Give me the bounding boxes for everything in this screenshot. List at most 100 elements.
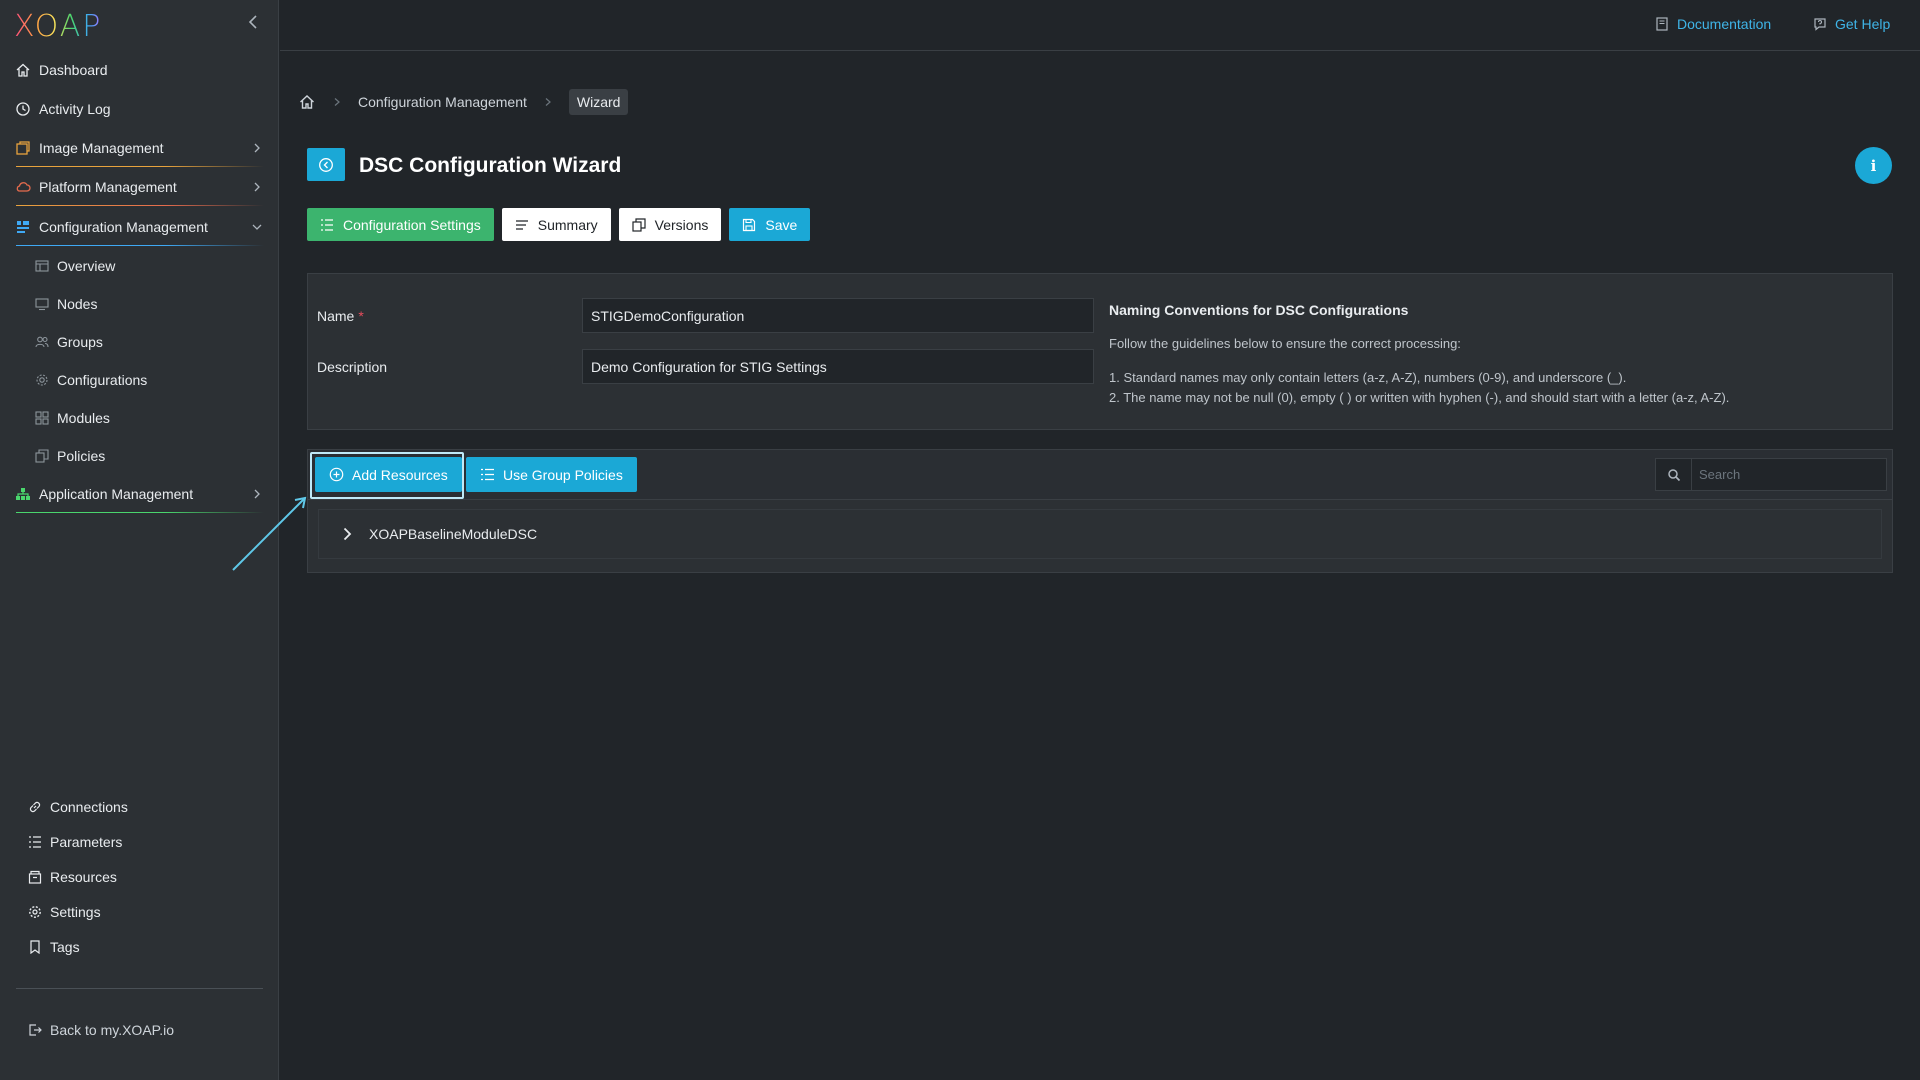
config-icon: [15, 219, 31, 235]
documentation-link[interactable]: Documentation: [1655, 16, 1771, 32]
sidebar-subitem-groups[interactable]: Groups: [0, 325, 279, 359]
guideline-1: 1. Standard names may only contain lette…: [1109, 370, 1627, 385]
guidelines-intro: Follow the guidelines below to ensure th…: [1109, 336, 1461, 351]
sidebar-item-configuration-management[interactable]: Configuration Management: [0, 209, 279, 245]
search-input[interactable]: [1692, 459, 1886, 490]
sidebar-item-label: Dashboard: [39, 62, 108, 78]
search-box: [1655, 458, 1887, 491]
name-label: Name *: [317, 308, 364, 324]
overview-icon: [35, 259, 49, 273]
sidebar-item-resources[interactable]: Resources: [0, 861, 279, 893]
save-icon: [742, 218, 756, 232]
wizard-toolbar: Configuration Settings Summary Versions …: [307, 208, 818, 241]
link-icon: [28, 800, 42, 814]
sidebar-subitem-label: Nodes: [57, 296, 98, 312]
add-resources-label: Add Resources: [352, 466, 448, 483]
save-button[interactable]: Save: [729, 208, 811, 241]
gear-icon: [35, 373, 49, 387]
xoap-logo[interactable]: XOAP: [14, 8, 102, 44]
plus-circle-icon: [329, 467, 344, 482]
settings-icon: [28, 905, 42, 919]
versions-label: Versions: [654, 216, 709, 233]
sidebar-item-activity-log[interactable]: Activity Log: [0, 91, 279, 127]
bookmark-icon: [28, 940, 42, 954]
list-icon: [480, 467, 495, 482]
name-label-text: Name: [317, 308, 355, 324]
sidebar-item-label: Activity Log: [39, 101, 111, 117]
chevron-right-icon: [332, 97, 342, 107]
sidebar-item-label: Resources: [50, 869, 117, 885]
sidebar-item-label: Application Management: [39, 486, 194, 502]
summary-label: Summary: [537, 216, 598, 233]
copy-icon: [35, 449, 49, 463]
tree-item[interactable]: XOAPBaselineModuleDSC: [318, 509, 1882, 559]
clock-icon: [15, 101, 31, 117]
tree-item-label: XOAPBaselineModuleDSC: [369, 526, 538, 542]
image-icon: [15, 140, 31, 156]
info-button[interactable]: i: [1855, 147, 1892, 184]
sidebar-subitem-label: Groups: [57, 334, 103, 350]
sidebar-item-dashboard[interactable]: Dashboard: [0, 52, 279, 88]
sidebar-item-label: Connections: [50, 799, 128, 815]
home-icon: [15, 62, 31, 78]
configuration-settings-button[interactable]: Configuration Settings: [307, 208, 494, 241]
sidebar-item-tags[interactable]: Tags: [0, 931, 279, 963]
use-group-policies-label: Use Group Policies: [503, 466, 623, 483]
summary-button[interactable]: Summary: [501, 208, 611, 241]
topbar: Documentation Get Help: [280, 0, 1920, 51]
save-label: Save: [765, 216, 798, 233]
resources-toolbar: Add Resources Use Group Policies: [308, 450, 1892, 500]
sidebar-subitem-label: Overview: [57, 258, 116, 274]
back-button[interactable]: [307, 148, 345, 181]
sidebar-item-connections[interactable]: Connections: [0, 791, 279, 823]
required-marker: *: [358, 308, 364, 324]
sidebar-divider: [16, 988, 263, 989]
chevron-down-icon: [251, 221, 263, 233]
nav-underline: [16, 166, 264, 167]
description-field[interactable]: [582, 349, 1094, 384]
documentation-label: Documentation: [1677, 16, 1772, 32]
nav-underline: [16, 205, 264, 206]
monitor-icon: [35, 297, 49, 311]
add-resources-button[interactable]: Add Resources: [315, 457, 462, 492]
configuration-settings-label: Configuration Settings: [343, 216, 481, 233]
configuration-form-panel: Name* Description Naming Conventions for…: [307, 273, 1893, 430]
sidebar-item-image-management[interactable]: Image Management: [0, 130, 279, 166]
chevron-right-icon: [251, 142, 263, 154]
breadcrumb-configuration-management[interactable]: Configuration Management: [358, 94, 527, 110]
collapse-sidebar-icon[interactable]: [246, 14, 262, 30]
chevron-right-icon[interactable]: [340, 527, 354, 541]
help-chat-icon: [1813, 17, 1827, 31]
sidebar-subitem-nodes[interactable]: Nodes: [0, 287, 279, 321]
sidebar-item-platform-management[interactable]: Platform Management: [0, 169, 279, 205]
sidebar-item-parameters[interactable]: Parameters: [0, 826, 279, 858]
book-icon: [1655, 17, 1669, 31]
chevron-right-icon: [251, 181, 263, 193]
sidebar-item-label: Configuration Management: [39, 219, 208, 235]
home-icon[interactable]: [298, 93, 316, 111]
search-icon[interactable]: [1656, 459, 1692, 490]
annotation-arrow: [232, 496, 307, 571]
breadcrumb: Configuration Management Wizard: [298, 88, 629, 116]
back-to-xoap-link[interactable]: Back to my.XOAP.io: [0, 1014, 279, 1046]
get-help-link[interactable]: Get Help: [1813, 16, 1890, 32]
copy-icon: [632, 217, 646, 232]
sidebar-subitem-label: Policies: [57, 448, 106, 464]
versions-button[interactable]: Versions: [618, 208, 722, 241]
nav-underline: [16, 245, 264, 246]
sidebar-subitem-configurations[interactable]: Configurations: [0, 363, 279, 397]
sidebar-subitem-modules[interactable]: Modules: [0, 401, 279, 435]
list-icon: [28, 835, 42, 849]
sidebar-item-label: Platform Management: [39, 179, 177, 195]
name-field[interactable]: [582, 298, 1094, 333]
get-help-label: Get Help: [1835, 16, 1891, 32]
arrow-left-circle-icon: [318, 157, 334, 173]
sidebar-subitem-policies[interactable]: Policies: [0, 439, 279, 473]
sidebar-item-label: Tags: [50, 939, 80, 955]
sidebar-item-settings[interactable]: Settings: [0, 896, 279, 928]
sidebar-item-label: Settings: [50, 904, 101, 920]
cloud-icon: [15, 179, 31, 195]
sidebar-subitem-overview[interactable]: Overview: [0, 249, 279, 283]
use-group-policies-button[interactable]: Use Group Policies: [466, 457, 637, 492]
sidebar-item-label: Image Management: [39, 140, 164, 156]
